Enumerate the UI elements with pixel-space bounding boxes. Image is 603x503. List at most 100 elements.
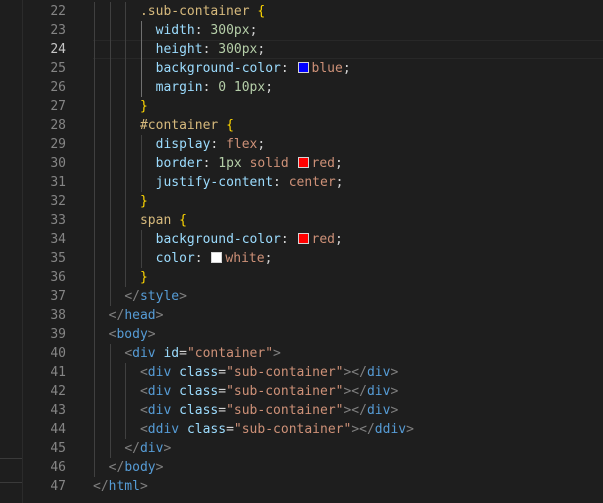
code-token: < bbox=[139, 422, 148, 437]
code-token: width bbox=[155, 23, 195, 38]
code-line[interactable]: <div class="sub-container"></div> bbox=[93, 401, 398, 420]
line-number: 32 bbox=[50, 194, 66, 209]
code-token: } bbox=[139, 270, 148, 285]
code-token: < bbox=[139, 403, 148, 418]
indent-guide bbox=[125, 363, 127, 439]
code-token: < bbox=[139, 384, 148, 399]
color-swatch-icon[interactable] bbox=[211, 252, 223, 263]
code-token: class bbox=[179, 403, 219, 418]
code-token: head bbox=[124, 308, 156, 323]
code-token: </ bbox=[124, 441, 140, 456]
code-line[interactable]: color: white; bbox=[93, 249, 273, 268]
line-number: 36 bbox=[50, 270, 66, 285]
panel-border bbox=[22, 0, 23, 503]
code-token: ; bbox=[249, 23, 258, 38]
code-token: : bbox=[280, 61, 297, 76]
code-token: = bbox=[218, 365, 227, 380]
code-token: 1px bbox=[218, 156, 242, 171]
code-token: : bbox=[273, 175, 289, 190]
code-token: ddiv bbox=[147, 422, 180, 437]
code-line[interactable]: <ddiv class="sub-container"></ddiv> bbox=[93, 420, 414, 439]
code-token: : bbox=[202, 156, 219, 171]
code-line[interactable]: <div class="sub-container"></div> bbox=[93, 363, 398, 382]
code-token: 0 bbox=[218, 80, 227, 95]
color-swatch-icon[interactable] bbox=[297, 62, 309, 73]
code-token: > bbox=[406, 422, 414, 437]
code-token: < bbox=[124, 346, 133, 361]
line-number: 27 bbox=[50, 99, 66, 114]
code-line[interactable]: } bbox=[93, 192, 148, 211]
code-token: { bbox=[226, 118, 234, 133]
code-editor[interactable]: 22 23 24 25 26 27 28 29 30 31 32 33 34 35 36 37 38 39 40 41… bbox=[0, 0, 603, 503]
code-token: div bbox=[147, 403, 172, 418]
line-number: 22 bbox=[50, 4, 66, 19]
line-number: 41 bbox=[50, 365, 66, 380]
line-number: 43 bbox=[50, 403, 66, 418]
code-line[interactable]: background-color: blue; bbox=[93, 59, 351, 78]
code-line[interactable]: </body> bbox=[93, 458, 164, 477]
line-number: 28 bbox=[50, 118, 66, 133]
code-token: #container bbox=[139, 118, 219, 133]
line-number: 35 bbox=[50, 251, 66, 266]
code-token: ; bbox=[265, 80, 274, 95]
code-line[interactable]: justify-content: center; bbox=[93, 173, 344, 192]
code-token: 300px bbox=[210, 23, 250, 38]
code-token: = bbox=[218, 384, 227, 399]
code-line[interactable]: } bbox=[93, 97, 148, 116]
code-line[interactable]: border: 1px solid red; bbox=[93, 154, 343, 173]
line-number: 44 bbox=[50, 422, 66, 437]
indent-guide bbox=[109, 2, 111, 306]
code-line[interactable]: </div> bbox=[93, 439, 171, 458]
code-line[interactable]: width: 300px; bbox=[93, 21, 258, 40]
code-token: > bbox=[155, 308, 164, 323]
code-token: ></ bbox=[343, 384, 367, 399]
code-token: > bbox=[390, 403, 399, 418]
code-line[interactable]: .sub-container { bbox=[93, 2, 265, 21]
code-token: < bbox=[139, 365, 148, 380]
code-line[interactable]: <body> bbox=[93, 325, 156, 344]
code-token: margin bbox=[155, 80, 203, 95]
line-number: 26 bbox=[50, 80, 66, 95]
color-swatch-icon[interactable] bbox=[297, 157, 309, 168]
code-line[interactable]: } bbox=[93, 268, 148, 287]
code-line[interactable]: span { bbox=[93, 211, 187, 230]
line-number: 24 bbox=[50, 42, 66, 57]
color-swatch-icon[interactable] bbox=[297, 233, 309, 244]
code-token: ; bbox=[264, 251, 273, 266]
line-number: 29 bbox=[50, 137, 66, 152]
code-token: </ bbox=[93, 479, 109, 494]
code-line[interactable]: <div id="container"> bbox=[93, 344, 281, 363]
code-token: ></ bbox=[343, 365, 367, 380]
line-number: 46 bbox=[50, 460, 66, 475]
code-token: div bbox=[147, 365, 172, 380]
line-number: 45 bbox=[50, 441, 66, 456]
code-line[interactable]: <div class="sub-container"></div> bbox=[93, 382, 398, 401]
code-token: id bbox=[163, 346, 180, 361]
panel-divider bbox=[0, 482, 22, 483]
code-token: "sub-container" bbox=[226, 384, 344, 399]
code-line[interactable]: </head> bbox=[93, 306, 164, 325]
code-token: ddiv bbox=[374, 422, 407, 437]
code-line[interactable]: </html> bbox=[93, 477, 148, 496]
code-line[interactable]: display: flex; bbox=[93, 135, 266, 154]
code-line[interactable]: #container { bbox=[93, 116, 234, 135]
code-token: body bbox=[124, 460, 156, 475]
code-line[interactable]: height: 300px; bbox=[93, 40, 266, 59]
panel-divider bbox=[0, 458, 22, 459]
code-token: : bbox=[202, 80, 219, 95]
indent-guide bbox=[140, 135, 142, 192]
code-line[interactable]: margin: 0 10px; bbox=[93, 78, 273, 97]
indent-guide bbox=[109, 344, 111, 458]
line-number: 30 bbox=[50, 156, 66, 171]
line-number: 40 bbox=[50, 346, 66, 361]
code-token: border bbox=[155, 156, 203, 171]
code-token: .sub-container bbox=[139, 4, 250, 19]
code-line[interactable]: </style> bbox=[93, 287, 187, 306]
code-line[interactable]: background-color: red; bbox=[93, 230, 343, 249]
code-token: ; bbox=[335, 175, 344, 190]
